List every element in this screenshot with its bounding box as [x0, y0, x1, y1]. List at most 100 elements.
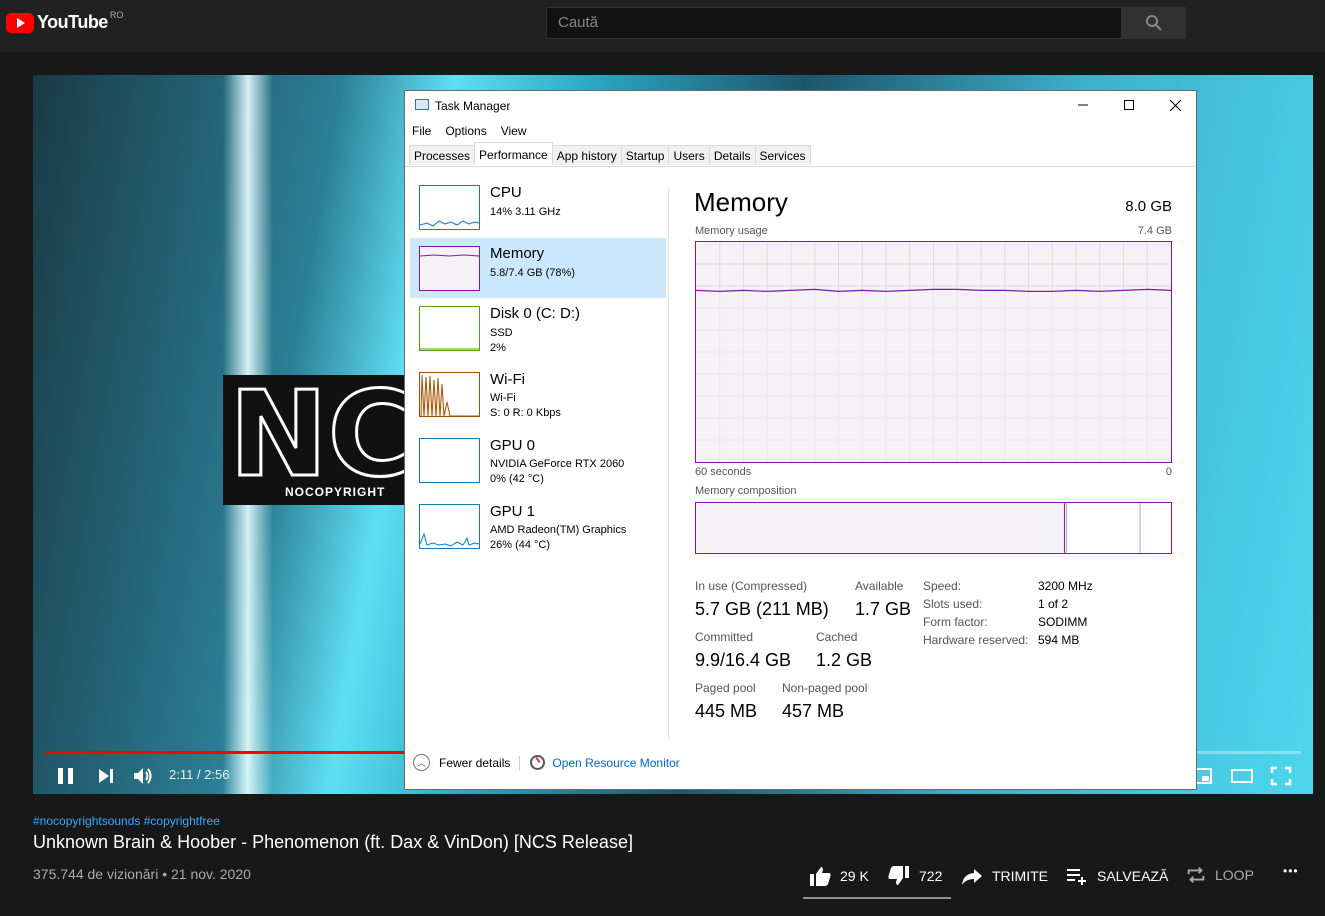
- slots-value: 1 of 2: [1038, 597, 1069, 611]
- sidebar-detail: AMD Radeon(TM) Graphics: [490, 524, 627, 536]
- committed-value: 9.9/16.4 GB: [695, 650, 792, 670]
- youtube-play-icon: [6, 12, 34, 33]
- sidebar-item-gpu-0[interactable]: GPU 0 NVIDIA GeForce RTX 2060 0% (42 °C): [410, 430, 666, 490]
- window-title: Task Manager: [435, 99, 511, 113]
- tab-performance[interactable]: Performance: [474, 142, 553, 165]
- video-title: Unknown Brain & Hoober - Phenomenon (ft.…: [33, 832, 633, 852]
- task-manager-footer: ︿ Fewer details Open Resource Monitor: [413, 754, 680, 771]
- pause-icon[interactable]: [55, 765, 77, 787]
- thumbs-up-icon: [810, 867, 831, 886]
- region-code: RO: [109, 9, 124, 20]
- paged-pool-label: Paged pool: [695, 681, 756, 695]
- cached-label: Cached: [816, 630, 858, 644]
- tab-processes[interactable]: Processes: [409, 145, 476, 165]
- like-count: 29 K: [840, 868, 869, 884]
- form-factor-label: Form factor:: [923, 615, 988, 629]
- sidebar-item-memory[interactable]: Memory 5.8/7.4 GB (78%): [410, 238, 666, 298]
- open-resource-monitor-link[interactable]: Open Resource Monitor: [552, 756, 679, 770]
- loop-button[interactable]: LOOP: [1185, 864, 1254, 886]
- sidebar-label: GPU 0: [490, 437, 536, 454]
- sidebar-detail: SSD: [490, 327, 513, 339]
- search-input[interactable]: Caută: [546, 7, 1122, 39]
- more-actions-button[interactable]: •••: [1283, 864, 1299, 878]
- maximize-icon: [1124, 100, 1134, 110]
- menu-file[interactable]: File: [412, 124, 431, 138]
- sidebar-label: Wi-Fi: [490, 371, 525, 388]
- search-icon: [1145, 15, 1162, 31]
- gpu1-thumbnail-graph: [419, 504, 480, 549]
- dislike-count: 722: [919, 868, 943, 884]
- memory-heading: Memory: [694, 187, 788, 217]
- menu-view[interactable]: View: [501, 124, 527, 138]
- sidebar-label: Memory: [490, 245, 545, 262]
- ncs-logo-letters: NC: [227, 365, 415, 503]
- sidebar-item-disk[interactable]: Disk 0 (C: D:) SSD 2%: [410, 298, 666, 358]
- committed-label: Committed: [695, 630, 754, 644]
- video-meta: 375.744 de vizionări • 21 nov. 2020: [33, 866, 251, 882]
- memory-usage-label: Memory usage: [695, 225, 768, 237]
- like-button[interactable]: 29 K: [808, 864, 869, 888]
- resource-monitor-icon: [530, 755, 546, 770]
- close-icon: [1169, 99, 1181, 111]
- graph-axis-right: 0: [1165, 466, 1172, 478]
- menu-bar: File Options View: [412, 124, 527, 138]
- footer-separator: [519, 755, 521, 770]
- title-bar[interactable]: Task Manager: [405, 91, 1196, 119]
- cached-value: 1.2 GB: [816, 650, 873, 670]
- ncs-logo: NC NOCOPYRIGHT: [223, 365, 423, 505]
- tab-details[interactable]: Details: [708, 145, 756, 165]
- memory-usage-max: 7.4 GB: [1137, 225, 1172, 237]
- fullscreen-icon[interactable]: [1269, 765, 1293, 787]
- search-button[interactable]: [1121, 7, 1186, 39]
- share-icon: [962, 869, 982, 885]
- maximize-button[interactable]: [1106, 91, 1152, 119]
- sidebar-item-cpu[interactable]: CPU 14% 3.11 GHz: [410, 177, 666, 237]
- sidebar-detail: NVIDIA GeForce RTX 2060: [490, 458, 625, 470]
- sidebar-detail-2: 26% (44 °C): [490, 539, 551, 551]
- next-icon[interactable]: [95, 765, 117, 787]
- form-factor-value: SODIMM: [1038, 615, 1088, 629]
- non-paged-pool-value: 457 MB: [782, 701, 845, 721]
- tab-services[interactable]: Services: [754, 145, 811, 165]
- loop-label: LOOP: [1215, 867, 1254, 883]
- tab-users[interactable]: Users: [668, 145, 710, 165]
- playback-time: 2:11 / 2:56: [169, 767, 230, 782]
- fewer-details-link[interactable]: Fewer details: [439, 756, 510, 770]
- memory-composition-label: Memory composition: [695, 485, 797, 497]
- tab-strip: Processes Performance App history Startu…: [409, 142, 811, 166]
- slots-label: Slots used:: [923, 597, 983, 611]
- speed-label: Speed:: [923, 579, 962, 593]
- volume-icon[interactable]: [132, 765, 156, 787]
- sidebar-detail-2: S: 0 R: 0 Kbps: [490, 407, 561, 419]
- tab-app-history[interactable]: App history: [551, 145, 622, 165]
- more-icon: •••: [1283, 864, 1299, 878]
- save-label: SALVEAZĂ: [1097, 868, 1169, 884]
- tab-startup[interactable]: Startup: [620, 145, 670, 165]
- close-button[interactable]: [1152, 91, 1198, 119]
- menu-options[interactable]: Options: [445, 124, 486, 138]
- dislike-button[interactable]: 722: [887, 864, 942, 888]
- sidebar-label: Disk 0 (C: D:): [490, 305, 580, 322]
- chevron-up-icon[interactable]: ︿: [413, 754, 430, 771]
- minimize-icon: [1078, 104, 1088, 106]
- task-manager-icon: [415, 99, 429, 110]
- sidebar-item-gpu-1[interactable]: GPU 1 AMD Radeon(TM) Graphics 26% (44 °C…: [410, 496, 666, 556]
- share-button[interactable]: TRIMITE: [960, 864, 1048, 888]
- memory-usage-graph: [695, 241, 1172, 463]
- panel-divider: [668, 187, 669, 739]
- theater-mode-icon[interactable]: [1229, 765, 1255, 787]
- minimize-button[interactable]: [1060, 91, 1106, 119]
- youtube-logo[interactable]: YouTube RO: [6, 9, 124, 33]
- in-use-label: In use (Compressed): [695, 579, 808, 593]
- speed-value: 3200 MHz: [1038, 579, 1093, 593]
- cpu-thumbnail-graph: [419, 185, 480, 230]
- thumbs-down-icon: [888, 866, 909, 885]
- video-hashtags[interactable]: #nocopyrightsounds #copyrightfree: [33, 814, 220, 828]
- youtube-wordmark: YouTube: [37, 12, 108, 32]
- sidebar-item-wifi[interactable]: Wi-Fi Wi-Fi S: 0 R: 0 Kbps: [410, 364, 666, 424]
- playlist-add-icon: [1067, 869, 1086, 885]
- save-button[interactable]: SALVEAZĂ: [1065, 864, 1168, 888]
- hardware-reserved-label: Hardware reserved:: [923, 633, 1029, 647]
- memory-total: 8.0 GB: [1125, 198, 1172, 215]
- sidebar-detail-2: 0% (42 °C): [490, 473, 544, 485]
